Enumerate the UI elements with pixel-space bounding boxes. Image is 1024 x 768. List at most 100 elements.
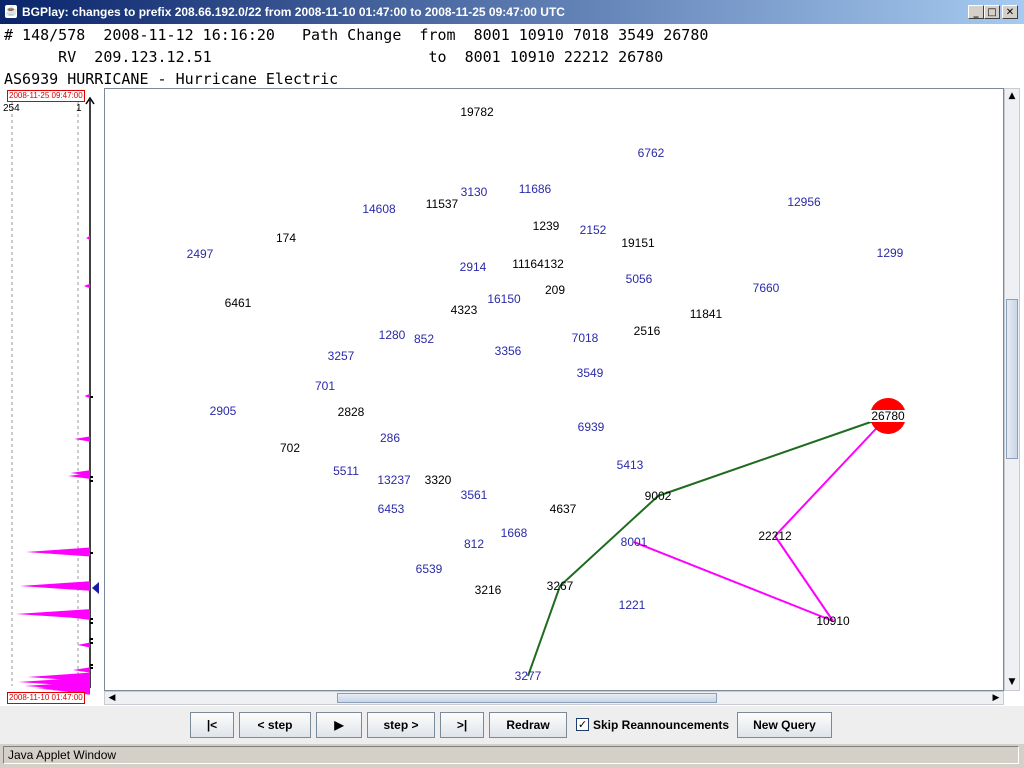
control-toolbar: |< < step ▶ step > >| Redraw ✓ Skip Rean… — [0, 706, 1024, 744]
as-node-3267[interactable]: 3267 — [547, 579, 574, 593]
as-node-701[interactable]: 701 — [315, 379, 335, 393]
timeline-start-timestamp: 2008-11-10 01:47:00 — [7, 692, 85, 704]
as-node-3356[interactable]: 3356 — [495, 344, 522, 358]
as-node-9002[interactable]: 9002 — [645, 489, 672, 503]
as-graph-canvas[interactable]: 19782 6762 3130 11686 14608 11537 12956 1239 215… — [104, 88, 1004, 691]
timeline-spike — [84, 393, 90, 399]
redraw-button[interactable]: Redraw — [489, 712, 567, 738]
as-node-4323[interactable]: 4323 — [451, 303, 478, 317]
status-text: Java Applet Window — [3, 746, 1019, 764]
as-node-6453[interactable]: 6453 — [378, 502, 405, 516]
timeline-end-timestamp: 2008-11-25 09:47:00 — [7, 90, 85, 102]
close-button[interactable]: ✕ — [1002, 5, 1018, 19]
as-node-5511[interactable]: 5511 — [333, 464, 359, 478]
timeline-count-left: 254 — [3, 103, 20, 114]
as-node-11537[interactable]: 11537 — [426, 197, 459, 211]
event-path-line: RV 209.123.12.51 to 8001 10910 22212 267… — [4, 48, 664, 66]
as-node-3277[interactable]: 3277 — [515, 669, 542, 683]
timeline-chart[interactable] — [0, 88, 104, 708]
as-edge-26780-9002 — [657, 415, 889, 497]
as-node-3216[interactable]: 3216 — [475, 583, 502, 597]
as-edge-22212-10910 — [774, 535, 834, 622]
as-node-8001[interactable]: 8001 — [621, 535, 648, 549]
vertical-scroll-thumb[interactable] — [1006, 299, 1018, 459]
horizontal-scrollbar[interactable]: ◀ ▶ — [104, 691, 1004, 705]
as-node-11841[interactable]: 11841 — [690, 307, 723, 321]
as-graph[interactable]: 19782 6762 3130 11686 14608 11537 12956 1239 215… — [105, 89, 1003, 690]
as-node-2152[interactable]: 2152 — [580, 223, 607, 237]
as-node-6939[interactable]: 6939 — [578, 420, 605, 434]
as-node-5413[interactable]: 5413 — [617, 458, 644, 472]
as-node-12956[interactable]: 12956 — [787, 195, 821, 209]
as-node-11164132[interactable]: 11164132 — [512, 257, 564, 271]
as-node-6539[interactable]: 6539 — [416, 562, 443, 576]
previous-step-button[interactable]: < step — [239, 712, 311, 738]
as-node-2516[interactable]: 2516 — [634, 324, 661, 338]
maximize-button[interactable]: □ — [984, 5, 1000, 19]
timeline-panel[interactable]: 2008-11-25 09:47:00 254 1 2008-11-10 01:… — [0, 88, 104, 708]
as-node-13237[interactable]: 13237 — [377, 473, 411, 487]
play-button[interactable]: ▶ — [316, 712, 362, 738]
as-node-3561[interactable]: 3561 — [461, 488, 488, 502]
as-node-26780[interactable]: 26780 — [871, 409, 905, 423]
as-node-3549[interactable]: 3549 — [577, 366, 604, 380]
timeline-count-right: 1 — [76, 103, 82, 114]
as-node-286[interactable]: 286 — [380, 431, 400, 445]
minimize-icon: _ — [973, 7, 979, 18]
as-node-2914[interactable]: 2914 — [460, 260, 487, 274]
as-node-3257[interactable]: 3257 — [328, 349, 355, 363]
as-node-7018[interactable]: 7018 — [572, 331, 599, 345]
as-node-209[interactable]: 209 — [545, 283, 565, 297]
vertical-scrollbar[interactable]: ▲ ▼ — [1004, 88, 1020, 691]
as-node-14608[interactable]: 14608 — [362, 202, 396, 216]
as-edge-8001-10910 — [633, 541, 834, 622]
left-arrow-icon[interactable]: ◀ — [105, 691, 119, 705]
event-header-line: # 148/578 2008-11-12 16:16:20 Path Chang… — [4, 26, 709, 44]
horizontal-scroll-thumb[interactable] — [337, 693, 717, 703]
status-bar: Java Applet Window — [0, 744, 1024, 768]
selected-as-line: AS6939 HURRICANE - Hurricane Electric — [4, 70, 339, 88]
as-node-4637[interactable]: 4637 — [550, 502, 577, 516]
as-node-5056[interactable]: 5056 — [626, 272, 653, 286]
as-node-812[interactable]: 812 — [464, 537, 484, 551]
as-node-22212[interactable]: 22212 — [758, 529, 792, 543]
as-node-1280[interactable]: 1280 — [379, 328, 406, 342]
as-node-11686[interactable]: 11686 — [519, 182, 552, 196]
as-node-1668[interactable]: 1668 — [501, 526, 528, 540]
as-node-1299[interactable]: 1299 — [877, 246, 904, 260]
timeline-spike — [86, 235, 90, 241]
as-node-7660[interactable]: 7660 — [753, 281, 780, 295]
last-event-button[interactable]: >| — [440, 712, 484, 738]
close-icon: ✕ — [1005, 7, 1015, 18]
as-node-174[interactable]: 174 — [276, 231, 296, 245]
down-arrow-icon[interactable]: ▼ — [1005, 675, 1019, 689]
new-query-button[interactable]: New Query — [737, 712, 832, 738]
as-node-702[interactable]: 702 — [280, 441, 300, 455]
right-arrow-icon[interactable]: ▶ — [989, 691, 1003, 705]
as-node-6461[interactable]: 6461 — [225, 296, 252, 310]
as-node-1239[interactable]: 1239 — [533, 219, 560, 233]
as-node-3130[interactable]: 3130 — [461, 185, 488, 199]
as-node-19782[interactable]: 19782 — [460, 105, 494, 119]
as-node-10910[interactable]: 10910 — [816, 614, 850, 628]
as-node-1221[interactable]: 1221 — [619, 598, 646, 612]
skip-reannouncements-checkbox[interactable]: ✓ — [576, 718, 589, 731]
up-arrow-icon[interactable]: ▲ — [1005, 89, 1019, 103]
as-node-2497[interactable]: 2497 — [187, 247, 214, 261]
skip-reannouncements-label[interactable]: Skip Reannouncements — [593, 718, 729, 732]
as-node-16150[interactable]: 16150 — [487, 292, 521, 306]
minimize-button[interactable]: _ — [968, 5, 984, 19]
window-title: BGPlay: changes to prefix 208.66.192.0/2… — [22, 5, 565, 19]
as-node-2905[interactable]: 2905 — [210, 404, 237, 418]
as-node-852[interactable]: 852 — [414, 332, 434, 346]
first-event-button[interactable]: |< — [190, 712, 234, 738]
next-step-button[interactable]: step > — [367, 712, 435, 738]
timeline-current-marker-icon — [92, 582, 99, 594]
timeline-spike — [74, 436, 90, 442]
as-node-6762[interactable]: 6762 — [638, 146, 665, 160]
as-node-2828[interactable]: 2828 — [338, 405, 365, 419]
as-node-19151[interactable]: 19151 — [621, 236, 655, 250]
as-node-3320[interactable]: 3320 — [425, 473, 452, 487]
as-edge-26780-22212 — [774, 415, 889, 537]
window-titlebar[interactable]: ☕ BGPlay: changes to prefix 208.66.192.0… — [0, 0, 1024, 24]
